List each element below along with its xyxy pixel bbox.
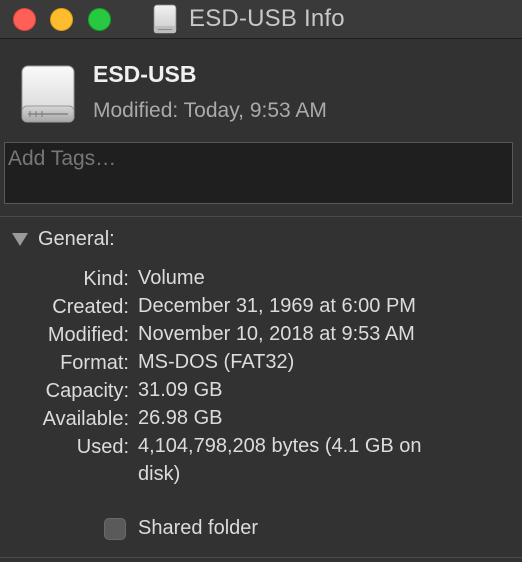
info-label: Available: [42, 408, 129, 430]
info-value: 26.98 GB [138, 407, 223, 429]
item-modified-date: Modified: Today, 9:53 AM [93, 99, 327, 122]
close-button[interactable] [13, 8, 36, 31]
window-title-group: ESD-USB Info [153, 0, 345, 38]
info-value: December 31, 1969 at 6:00 PM [138, 295, 416, 317]
info-label: Format: [60, 352, 129, 374]
title-bar[interactable]: ESD-USB Info [0, 0, 522, 39]
minimize-button[interactable] [50, 8, 73, 31]
drive-icon [153, 4, 177, 34]
info-value: November 10, 2018 at 9:53 AM [138, 323, 415, 345]
info-value: 4,104,798,208 bytes (4.1 GB on disk) [138, 435, 422, 485]
item-name: ESD-USB [93, 61, 197, 87]
general-section-title: General: [38, 227, 115, 250]
divider [0, 216, 522, 217]
tags-field[interactable] [4, 142, 513, 204]
info-value: Volume [138, 267, 205, 289]
info-label: Created: [52, 296, 129, 318]
zoom-button[interactable] [88, 8, 111, 31]
info-label: Modified: [47, 324, 129, 346]
tags-input[interactable] [8, 147, 509, 171]
info-label: Capacity: [45, 380, 129, 402]
window-title: ESD-USB Info [189, 5, 345, 32]
drive-icon [21, 65, 75, 123]
shared-folder-checkbox[interactable] [104, 517, 126, 540]
info-label: Used: [76, 436, 129, 458]
info-value: 31.09 GB [138, 379, 223, 401]
general-section-toggle[interactable]: General: [12, 227, 115, 251]
disclosure-triangle-icon[interactable] [12, 232, 28, 246]
divider [0, 557, 522, 558]
info-label: Kind: [83, 268, 129, 290]
shared-folder-label[interactable]: Shared folder [138, 517, 258, 540]
shared-folder-option[interactable]: Shared folder [104, 517, 258, 540]
info-window: ESD-USB Info ESD-USB Modified: Today, 9:… [0, 0, 522, 562]
info-value: MS-DOS (FAT32) [138, 351, 295, 373]
info-header: ESD-USB Modified: Today, 9:53 AM [0, 39, 522, 139]
